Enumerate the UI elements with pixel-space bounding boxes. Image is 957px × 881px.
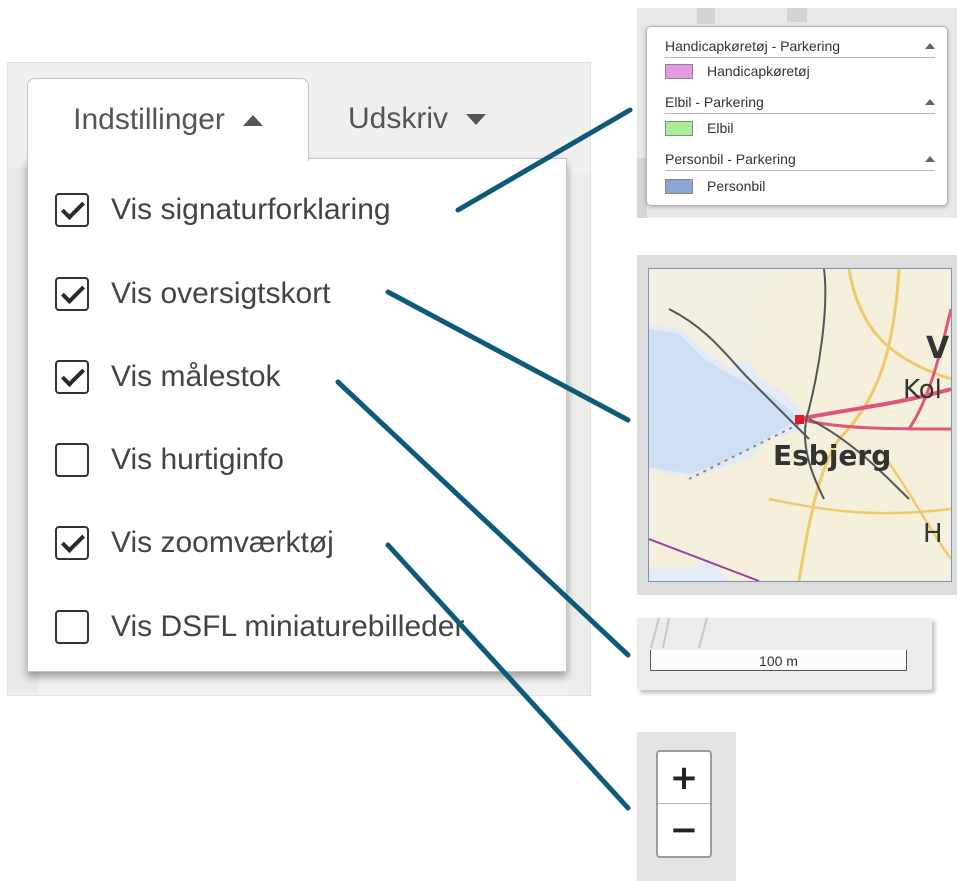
callout-line-overview xyxy=(385,289,631,423)
callout-line-scale xyxy=(335,379,631,658)
callout-line-legend xyxy=(455,107,633,213)
callout-line-zoom xyxy=(385,542,631,811)
callout-lines xyxy=(335,107,633,811)
